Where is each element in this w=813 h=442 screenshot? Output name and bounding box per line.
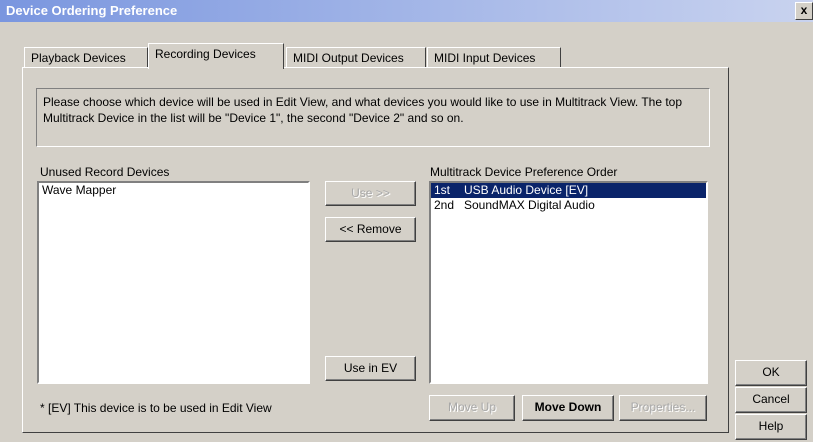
move-up-button[interactable]: Move Up [429,395,515,421]
help-button[interactable]: Help [735,414,807,440]
device-label: USB Audio Device [EV] [464,183,589,197]
unused-devices-list[interactable]: Wave Mapper [37,181,310,384]
rank-label: 1st [434,183,451,197]
window-title: Device Ordering Preference [6,3,178,18]
info-box: Please choose which device will be used … [36,88,710,147]
multitrack-order-list[interactable]: 1st USB Audio Device [EV] 2nd SoundMAX Dig… [429,181,708,384]
footnote: * [EV] This device is to be used in Edit… [40,401,272,415]
list-item[interactable]: 2nd SoundMAX Digital Audio [431,198,706,213]
use-in-ev-button[interactable]: Use in EV [325,356,416,381]
close-icon[interactable]: x [795,2,813,20]
properties-button[interactable]: Properties... [619,395,707,421]
use-button[interactable]: Use >> [325,181,416,206]
ok-button[interactable]: OK [735,360,807,386]
window-titlebar: Device Ordering Preference [0,0,813,22]
remove-button[interactable]: << Remove [325,217,416,242]
tab-playback-devices[interactable]: Playback Devices [24,47,148,69]
rank-label: 2nd [434,198,455,212]
tab-recording-devices[interactable]: Recording Devices [148,43,284,69]
move-down-button[interactable]: Move Down [522,395,614,421]
tab-midi-output-devices[interactable]: MIDI Output Devices [286,47,426,69]
list-item[interactable]: Wave Mapper [39,183,308,198]
tab-midi-input-devices[interactable]: MIDI Input Devices [427,47,561,69]
unused-devices-label: Unused Record Devices [40,165,170,179]
device-label: SoundMAX Digital Audio [464,198,595,212]
multitrack-order-label: Multitrack Device Preference Order [430,165,618,179]
cancel-button[interactable]: Cancel [735,387,807,413]
list-item[interactable]: 1st USB Audio Device [EV] [431,183,706,198]
